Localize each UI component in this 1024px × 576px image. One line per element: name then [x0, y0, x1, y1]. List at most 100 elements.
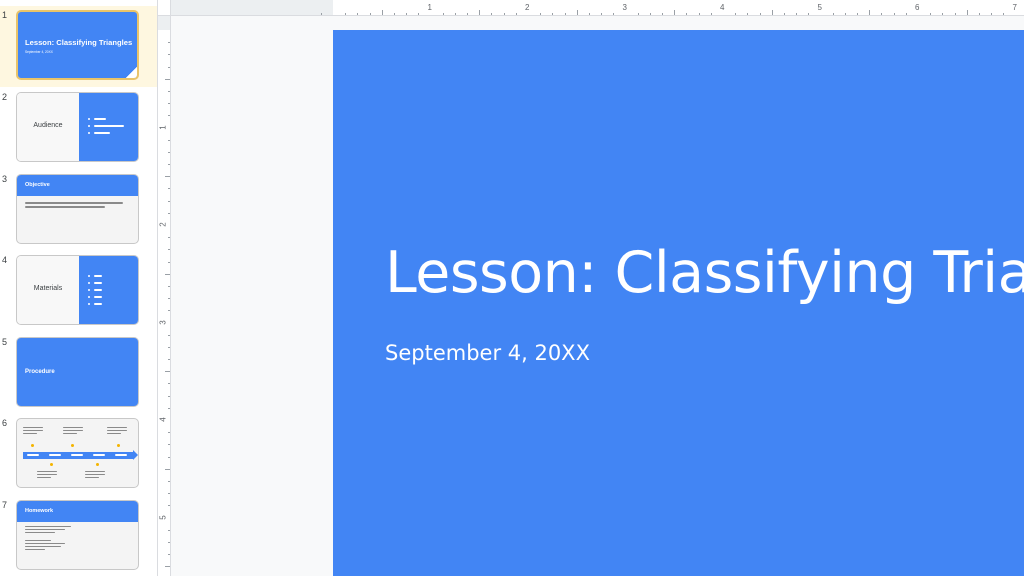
- thumbnail-title: Materials: [33, 285, 63, 292]
- ruler-tick: [771, 10, 773, 15]
- slide-thumbnail-6[interactable]: [16, 418, 139, 488]
- vertical-ruler[interactable]: 1 2 3 4 5: [158, 16, 171, 576]
- ruler-tick: [454, 13, 456, 15]
- thumbnail-right-panel: [79, 93, 138, 161]
- ruler-number: 3: [622, 3, 627, 12]
- ruler-number: 5: [817, 3, 822, 12]
- list-item: [88, 129, 124, 136]
- slide-thumbnail-4[interactable]: Materials: [16, 255, 139, 325]
- ruler-tick: [479, 10, 481, 15]
- slide-thumbnail-row-6[interactable]: 6: [0, 414, 157, 495]
- timeline-text-block: [23, 427, 43, 436]
- list-item: [88, 272, 102, 279]
- slide-number: 7: [2, 500, 8, 510]
- ruler-tick: [735, 13, 737, 15]
- ruler-tick: [393, 13, 395, 15]
- thumbnail-title: Audience: [33, 122, 63, 129]
- ruler-number: 7: [1012, 3, 1017, 12]
- slide-canvas[interactable]: Lesson: Classifying Triangles September …: [172, 17, 1024, 576]
- slides-editor: 1 Lesson: Classifying Triangles Septembe…: [0, 0, 1024, 576]
- ruler-tick: [168, 54, 170, 56]
- ruler-tick: [759, 13, 761, 15]
- page-curl-icon: [126, 67, 137, 78]
- thumbnail-left-panel: Materials: [17, 256, 79, 324]
- slide-thumbnail-row-5[interactable]: 5 Procedure: [0, 333, 157, 414]
- thumbnail-header-bar: Homework: [17, 501, 138, 522]
- ruler-number: 4: [720, 3, 725, 12]
- thumbnail-bullet-list: [25, 540, 65, 552]
- ruler-tick: [165, 176, 170, 178]
- ruler-tick: [168, 395, 170, 397]
- ruler-tick: [942, 13, 944, 15]
- thumbnail-body-text: [25, 202, 123, 210]
- timeline-text-block: [107, 427, 127, 436]
- slide-number: 5: [2, 337, 8, 347]
- ruler-tick: [165, 468, 170, 470]
- thumbnail-title: Homework: [25, 508, 54, 514]
- current-slide[interactable]: Lesson: Classifying Triangles September …: [333, 30, 1024, 576]
- ruler-tick: [168, 237, 170, 239]
- ruler-tick: [168, 480, 170, 482]
- ruler-tick: [168, 346, 170, 348]
- ruler-tick: [857, 13, 859, 15]
- slide-thumbnail-row-7[interactable]: 7 Homework: [0, 496, 157, 576]
- slide-thumbnail-3[interactable]: Objective: [16, 174, 139, 244]
- ruler-tick: [168, 42, 170, 44]
- thumbnail-left-panel: Audience: [17, 93, 79, 161]
- timeline-step: [71, 454, 83, 456]
- slide-thumbnail-1[interactable]: Lesson: Classifying Triangles September …: [16, 10, 139, 80]
- ruler-tick: [1003, 13, 1005, 15]
- list-item: [88, 293, 102, 300]
- slide-thumbnail-7[interactable]: Homework: [16, 500, 139, 570]
- slide-thumbnail-2[interactable]: Audience: [16, 92, 139, 162]
- thumbnail-title: Objective: [25, 182, 50, 188]
- slide-thumbnail-5[interactable]: Procedure: [16, 337, 139, 407]
- slide-subtitle[interactable]: September 4, 20XX: [385, 341, 590, 365]
- ruler-margin-area: [171, 0, 333, 15]
- timeline-text-block: [63, 427, 83, 436]
- slide-number: 4: [2, 255, 8, 265]
- list-item: [88, 115, 124, 122]
- timeline-step: [49, 454, 61, 456]
- slide-number: 1: [2, 10, 8, 20]
- ruler-tick: [168, 90, 170, 92]
- ruler-tick: [552, 13, 554, 15]
- ruler-number: 5: [158, 514, 168, 520]
- timeline-marker: [31, 444, 34, 447]
- ruler-tick: [613, 13, 615, 15]
- ruler-tick: [168, 139, 170, 141]
- ruler-tick: [168, 456, 170, 458]
- slide-thumbnail-row-2[interactable]: 2 Audience: [0, 88, 157, 169]
- ruler-tick: [168, 298, 170, 300]
- ruler-number: 3: [158, 319, 168, 325]
- ruler-tick: [168, 554, 170, 556]
- ruler-tick: [503, 13, 505, 15]
- slide-thumbnail-row-3[interactable]: 3 Objective: [0, 170, 157, 251]
- ruler-tick: [165, 78, 170, 80]
- ruler-tick: [649, 13, 651, 15]
- ruler-tick: [991, 13, 993, 15]
- ruler-tick: [491, 13, 493, 15]
- list-item: [88, 286, 102, 293]
- ruler-tick: [588, 13, 590, 15]
- ruler-tick: [796, 13, 798, 15]
- timeline-step: [115, 454, 127, 456]
- ruler-tick: [747, 13, 749, 15]
- ruler-tick: [168, 529, 170, 531]
- ruler-tick: [168, 103, 170, 105]
- horizontal-ruler[interactable]: 1 2 3 4 5 6 7: [171, 0, 1024, 16]
- slide-title[interactable]: Lesson: Classifying Triangles: [385, 240, 1024, 306]
- ruler-tick: [662, 13, 664, 15]
- ruler-tick: [637, 13, 639, 15]
- ruler-margin-area: [158, 16, 170, 30]
- slide-thumbnail-row-4[interactable]: 4 Materials: [0, 251, 157, 332]
- ruler-tick: [168, 66, 170, 68]
- thumbnail-bullet-list: [88, 272, 102, 307]
- slide-filmstrip[interactable]: 1 Lesson: Classifying Triangles Septembe…: [0, 0, 158, 576]
- ruler-tick: [978, 13, 980, 15]
- thumbnail-right-panel: [79, 256, 138, 324]
- ruler-tick: [168, 151, 170, 153]
- ruler-tick: [168, 493, 170, 495]
- timeline-marker: [71, 444, 74, 447]
- slide-thumbnail-row-1[interactable]: 1 Lesson: Classifying Triangles Septembe…: [0, 6, 157, 87]
